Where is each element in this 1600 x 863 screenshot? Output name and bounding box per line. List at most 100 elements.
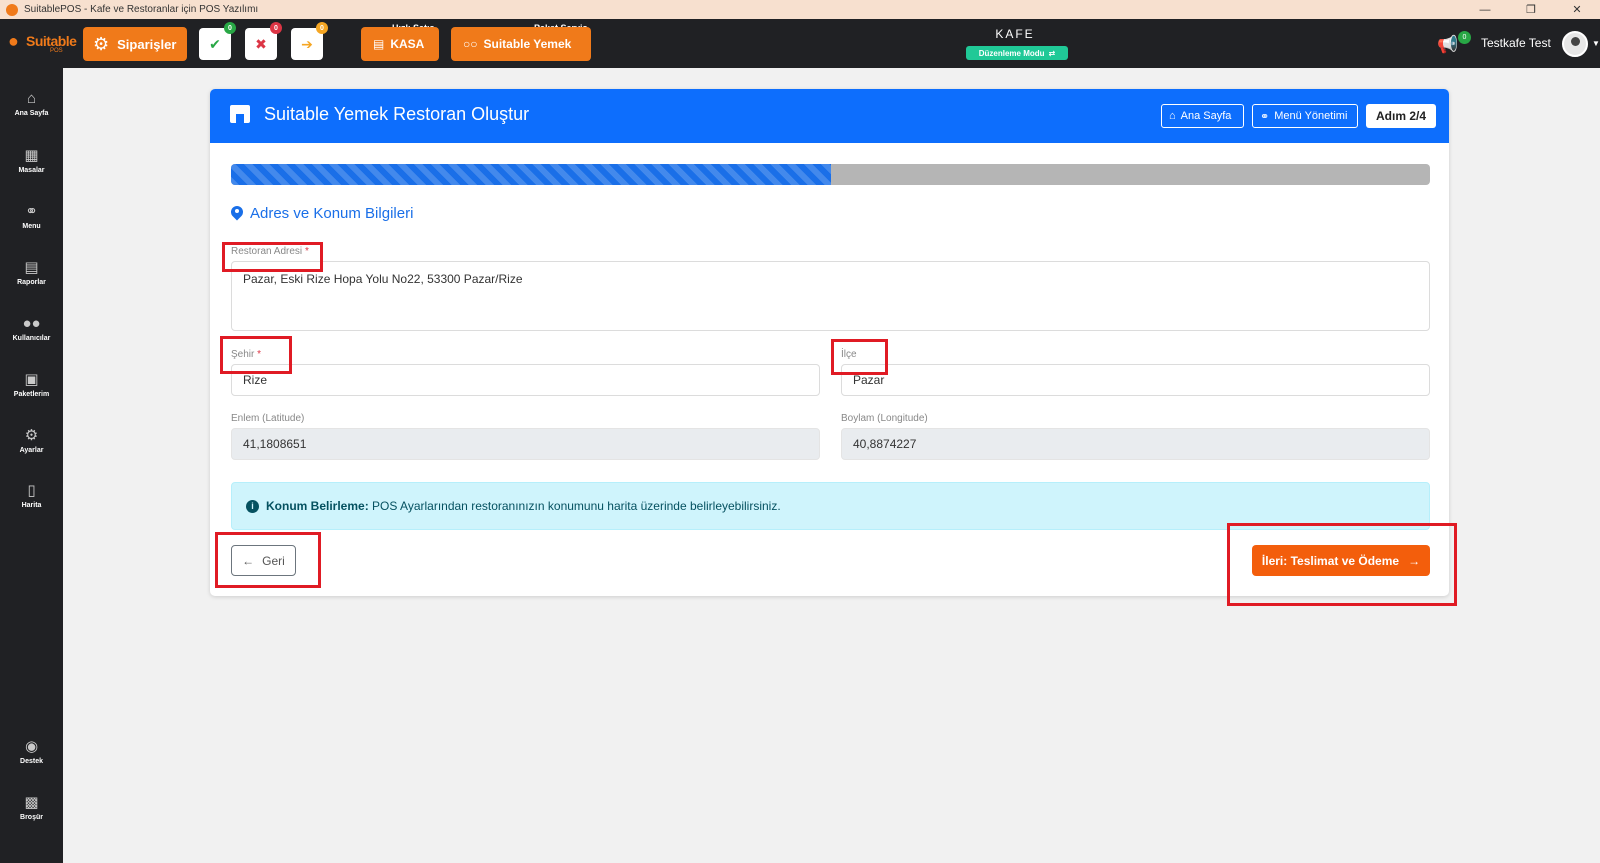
arrow-right-icon: ➔ (301, 35, 313, 52)
address-textarea[interactable]: Pazar, Eski Rize Hopa Yolu No22, 53300 P… (231, 261, 1430, 331)
suitable-yemek-label: Suitable Yemek (483, 37, 572, 51)
sidebar-item-masalar[interactable]: ▦ Masalar (0, 147, 63, 174)
section-title-text: Adres ve Konum Bilgileri (250, 205, 414, 222)
cogs-icon: ⚙ (24, 427, 39, 444)
sidebar-item-brosur[interactable]: ▩ Broşür (0, 794, 63, 821)
logo-subtext: POS (50, 48, 63, 54)
app-icon (6, 3, 18, 16)
kasa-label: KASA (390, 37, 425, 51)
user-avatar[interactable] (1562, 31, 1588, 57)
card-header: Suitable Yemek Restoran Oluştur ⌂ Ana Sa… (210, 89, 1449, 143)
sidebar-item-label: Destek (20, 758, 43, 765)
section-title: Adres ve Konum Bilgileri (231, 205, 413, 222)
swap-icon: ⇄ (1048, 48, 1056, 58)
gift-icon: ▣ (24, 371, 39, 388)
sidebar-item-destek[interactable]: ◉ Destek (0, 738, 63, 765)
sidebar-item-label: Paketlerim (13, 391, 50, 398)
user-name[interactable]: Testkafe Test (1481, 36, 1551, 50)
orders-button-label: Siparişler (117, 36, 177, 52)
x-icon: ✖ (255, 35, 267, 52)
close-button[interactable]: ✕ (1554, 0, 1600, 19)
info-text: POS Ayarlarından restoranınızın konumunu… (368, 499, 781, 513)
sidebar-item-label: Broşür (20, 814, 43, 821)
approved-orders-button[interactable]: ✔ 0 (199, 22, 236, 60)
business-name: KAFE (995, 27, 1035, 41)
sidebar-item-label: Kullanıcılar (12, 335, 51, 342)
suitable-yemek-button[interactable]: ○○ Suitable Yemek (451, 27, 591, 61)
chat-icon: ◉ (24, 738, 39, 755)
chevron-down-icon[interactable]: ▼ (1592, 39, 1600, 48)
kasa-button[interactable]: ▤ KASA (361, 27, 439, 61)
sidebar-item-menu[interactable]: ⚭ Menu (0, 203, 63, 230)
cash-register-icon: ▤ (373, 37, 385, 51)
info-title: Konum Belirleme: (266, 499, 369, 513)
users-icon: ●● (22, 315, 41, 332)
edit-mode-label: Düzenleme Modu (978, 48, 1045, 58)
gear-icon: ⚙ (93, 33, 110, 54)
longitude-field: 40,8874227 (841, 428, 1430, 460)
highlight-district-label (831, 339, 888, 375)
district-field[interactable]: Pazar (841, 364, 1430, 396)
progress-bar (231, 164, 1430, 185)
forwarded-count-badge: 0 (316, 22, 328, 34)
sidebar-item-ayarlar[interactable]: ⚙ Ayarlar (0, 427, 63, 454)
latitude-label: Enlem (Latitude) (231, 413, 305, 424)
sidebar-item-label: Harita (21, 502, 42, 509)
utensils-icon: ⚭ (25, 203, 38, 220)
latitude-field: 41,1808651 (231, 428, 820, 460)
home-icon: ⌂ (1169, 110, 1176, 122)
restore-button[interactable]: ❐ (1508, 0, 1554, 19)
highlight-next-button (1227, 523, 1457, 606)
sidebar-item-ana-sayfa[interactable]: ⌂ Ana Sayfa (0, 90, 63, 117)
home-button-label: Ana Sayfa (1180, 110, 1232, 122)
info-icon: i (246, 499, 259, 513)
sidebar-item-label: Raporlar (17, 279, 46, 286)
sidebar-item-raporlar[interactable]: ▤ Raporlar (0, 259, 63, 286)
report-icon: ▤ (24, 259, 39, 276)
page-title: Suitable Yemek Restoran Oluştur (264, 104, 530, 124)
window-title: SuitablePOS - Kafe ve Restoranlar için P… (24, 4, 259, 15)
menu-management-button[interactable]: ⚭ Menü Yönetimi (1252, 104, 1358, 128)
check-icon: ✔ (209, 35, 221, 52)
sidebar-item-label: Ayarlar (19, 447, 44, 454)
suitable-logo[interactable]: ● Suitable POS (8, 31, 77, 54)
home-icon: ⌂ (26, 90, 37, 107)
sidebar-item-kullanicilar[interactable]: ●● Kullanıcılar (0, 315, 63, 342)
progress-bar-fill (231, 164, 831, 185)
restaurant-create-card: Suitable Yemek Restoran Oluştur ⌂ Ana Sa… (210, 89, 1449, 596)
map-marker-icon (231, 206, 243, 222)
sidebar-item-harita[interactable]: ▯ Harita (0, 482, 63, 509)
sidebar: ⌂ Ana Sayfa ▦ Masalar ⚭ Menu ▤ Raporlar … (0, 68, 63, 863)
logo-text: Suitable (26, 33, 77, 49)
utensils-icon: ⚭ (1260, 110, 1270, 123)
cancelled-orders-button[interactable]: ✖ 0 (245, 22, 282, 60)
highlight-address-label (222, 242, 323, 272)
home-button[interactable]: ⌂ Ana Sayfa (1161, 104, 1244, 128)
brochure-icon: ▩ (24, 794, 39, 811)
orders-button[interactable]: ⚙ Siparişler (83, 27, 187, 61)
highlight-city-label (220, 336, 292, 374)
notification-count-badge: 0 (1458, 31, 1471, 44)
sidebar-item-paketlerim[interactable]: ▣ Paketlerim (0, 371, 63, 398)
sidebar-item-label: Menu (22, 223, 41, 230)
sidebar-item-label: Masalar (18, 167, 45, 174)
top-navbar: ● Suitable POS ⚙ Siparişler ✔ 0 ✖ 0 ➔ 0 … (0, 19, 1600, 68)
approved-count-badge: 0 (224, 22, 236, 34)
longitude-label: Boylam (Longitude) (841, 413, 928, 424)
map-icon: ▯ (27, 482, 36, 499)
sidebar-item-label: Ana Sayfa (14, 110, 49, 117)
motorcycle-icon: ○○ (463, 37, 478, 51)
store-icon (230, 105, 250, 123)
logo-pin-icon: ● (8, 31, 19, 51)
minimize-button[interactable]: — (1462, 0, 1508, 19)
city-field[interactable]: Rize (231, 364, 820, 396)
highlight-back-button (215, 532, 321, 588)
forwarded-orders-button[interactable]: ➔ 0 (291, 22, 328, 60)
table-icon: ▦ (24, 147, 39, 164)
step-badge: Adım 2/4 (1366, 104, 1436, 128)
megaphone-icon[interactable]: 📢 (1437, 35, 1458, 55)
edit-mode-toggle[interactable]: Düzenleme Modu ⇄ (966, 46, 1068, 60)
window-title-bar: SuitablePOS - Kafe ve Restoranlar için P… (0, 0, 1600, 19)
menu-management-label: Menü Yönetimi (1274, 110, 1348, 122)
cancelled-count-badge: 0 (270, 22, 282, 34)
